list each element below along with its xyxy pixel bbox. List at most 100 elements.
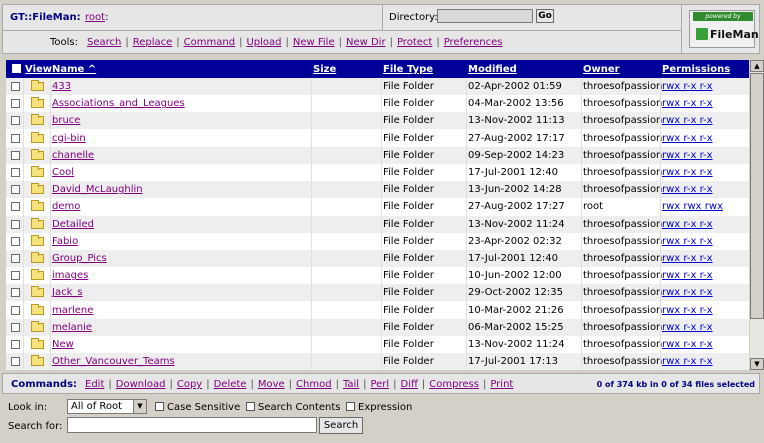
folder-icon[interactable] xyxy=(31,114,44,126)
tool-preferences-link[interactable]: Preferences xyxy=(444,37,503,48)
search-contents-checkbox[interactable] xyxy=(246,402,255,411)
table-row[interactable]: 433 File Folder 02-Apr-2002 01:59 throesofp… xyxy=(6,78,749,95)
row-checkbox[interactable] xyxy=(11,357,20,367)
tool-upload-link[interactable]: Upload xyxy=(246,37,281,48)
column-file-type[interactable]: File Type xyxy=(383,64,433,75)
table-row[interactable]: Other_Vancouver_Teams File Folder 17-Jul-2… xyxy=(6,353,749,370)
permissions-link[interactable]: rwx r-x r-x xyxy=(662,98,713,109)
file-name-link[interactable]: New xyxy=(52,339,74,350)
permissions-link[interactable]: rwx r-x r-x xyxy=(662,184,713,195)
row-checkbox[interactable] xyxy=(11,133,20,143)
row-checkbox[interactable] xyxy=(11,168,20,177)
table-row[interactable]: Fabio File Folder 23-Apr-2002 02:32 throeso… xyxy=(6,233,749,250)
folder-icon[interactable] xyxy=(31,183,44,195)
tool-replace-link[interactable]: Replace xyxy=(133,37,173,48)
file-name-link[interactable]: Group_Pics xyxy=(52,253,107,264)
table-row[interactable]: Group_Pics File Folder 17-Jul-2001 12:40 th… xyxy=(6,250,749,267)
file-name-link[interactable]: chanelle xyxy=(52,150,94,161)
table-row[interactable]: images File Folder 10-Jun-2002 12:00 throes… xyxy=(6,267,749,284)
folder-icon[interactable] xyxy=(31,131,44,143)
file-name-link[interactable]: Fabio xyxy=(52,236,78,247)
column-size[interactable]: Size xyxy=(313,64,336,75)
permissions-link[interactable]: rwx r-x r-x xyxy=(662,81,713,92)
permissions-link[interactable]: rwx r-x r-x xyxy=(662,167,713,178)
folder-icon[interactable] xyxy=(31,148,44,160)
file-name-link[interactable]: demo xyxy=(52,201,80,212)
row-checkbox[interactable] xyxy=(11,116,20,126)
file-name-link[interactable]: Cool xyxy=(52,167,74,178)
permissions-link[interactable]: rwx r-x r-x xyxy=(662,305,713,316)
file-name-link[interactable]: images xyxy=(52,270,88,281)
folder-icon[interactable] xyxy=(31,252,44,263)
file-name-link[interactable]: 433 xyxy=(52,81,71,92)
file-name-link[interactable]: David_McLaughlin xyxy=(52,184,143,195)
row-checkbox[interactable] xyxy=(11,185,20,195)
tool-command-link[interactable]: Command xyxy=(184,37,235,48)
chevron-down-icon[interactable]: ▼ xyxy=(133,400,146,413)
folder-icon[interactable] xyxy=(31,338,44,349)
folder-icon[interactable] xyxy=(31,97,44,109)
table-row[interactable]: chanelle File Folder 09-Sep-2002 14:23 thro… xyxy=(6,146,749,164)
expression-checkbox[interactable] xyxy=(346,402,355,411)
column-permissions[interactable]: Permissions xyxy=(662,64,730,75)
command-delete-link[interactable]: Delete xyxy=(214,379,247,390)
file-name-link[interactable]: Jack_s xyxy=(52,287,83,298)
tool-new-file-link[interactable]: New File xyxy=(293,37,335,48)
table-row[interactable]: bruce File Folder 13-Nov-2002 11:13 throeso… xyxy=(6,112,749,130)
permissions-link[interactable]: rwx r-x r-x xyxy=(662,287,713,298)
breadcrumb-root-link[interactable]: root xyxy=(85,12,105,23)
table-row[interactable]: New File Folder 13-Nov-2002 11:24 throesofp… xyxy=(6,336,749,353)
folder-icon[interactable] xyxy=(31,286,44,298)
row-checkbox[interactable] xyxy=(11,236,20,246)
command-chmod-link[interactable]: Chmod xyxy=(296,379,332,390)
case-sensitive-checkbox[interactable] xyxy=(155,402,164,411)
command-print-link[interactable]: Print xyxy=(490,379,513,390)
folder-icon[interactable] xyxy=(31,200,44,212)
permissions-link[interactable]: rwx r-x r-x xyxy=(662,150,713,161)
command-perl-link[interactable]: Perl xyxy=(370,379,389,390)
row-checkbox[interactable] xyxy=(11,322,20,332)
row-checkbox[interactable] xyxy=(11,99,20,109)
folder-icon[interactable] xyxy=(31,166,44,177)
search-button[interactable]: Search xyxy=(319,417,363,434)
table-row[interactable]: Associations_and_Leagues File Folder 04-Ma… xyxy=(6,95,749,112)
table-row[interactable]: cgi-bin File Folder 27-Aug-2002 17:17 throe… xyxy=(6,130,749,147)
tool-search-link[interactable]: Search xyxy=(87,37,121,48)
folder-icon[interactable] xyxy=(31,217,44,229)
permissions-link[interactable]: rwx r-x r-x xyxy=(662,133,713,144)
command-diff-link[interactable]: Diff xyxy=(401,379,418,390)
permissions-link[interactable]: rwx r-x r-x xyxy=(662,339,713,350)
row-checkbox[interactable] xyxy=(11,254,20,263)
command-compress-link[interactable]: Compress xyxy=(429,379,479,390)
column-modified[interactable]: Modified xyxy=(468,64,517,75)
row-checkbox[interactable] xyxy=(11,271,20,281)
look-in-select[interactable]: All of Root ▼ xyxy=(67,399,147,414)
folder-icon[interactable] xyxy=(31,303,44,315)
scroll-down-arrow-icon[interactable]: ▼ xyxy=(750,358,764,370)
folder-icon[interactable] xyxy=(31,320,44,332)
file-name-link[interactable]: Other_Vancouver_Teams xyxy=(52,356,175,367)
folder-icon[interactable] xyxy=(31,355,44,367)
command-copy-link[interactable]: Copy xyxy=(177,379,202,390)
file-name-link[interactable]: bruce xyxy=(52,115,80,126)
permissions-link[interactable]: rwx r-x r-x xyxy=(662,270,713,281)
column-view[interactable]: View xyxy=(25,64,52,75)
row-checkbox[interactable] xyxy=(11,202,20,212)
folder-icon[interactable] xyxy=(31,269,44,281)
file-name-link[interactable]: Associations_and_Leagues xyxy=(52,98,185,109)
folder-icon[interactable] xyxy=(31,234,44,246)
row-checkbox[interactable] xyxy=(11,219,20,229)
row-checkbox[interactable] xyxy=(11,340,20,349)
permissions-link[interactable]: rwx r-x r-x xyxy=(662,322,713,333)
permissions-link[interactable]: rwx r-x r-x xyxy=(662,253,713,264)
scroll-up-arrow-icon[interactable]: ▲ xyxy=(750,60,764,72)
row-checkbox[interactable] xyxy=(11,288,20,298)
permissions-link[interactable]: rwx r-x r-x xyxy=(662,219,713,230)
table-row[interactable]: Detailed File Folder 13-Nov-2002 11:24 thro… xyxy=(6,215,749,233)
permissions-link[interactable]: rwx r-x r-x xyxy=(662,115,713,126)
row-checkbox[interactable] xyxy=(11,305,20,315)
permissions-link[interactable]: rwx r-x r-x xyxy=(662,236,713,247)
table-row[interactable]: Cool File Folder 17-Jul-2001 12:40 throesof… xyxy=(6,164,749,181)
directory-input[interactable] xyxy=(437,9,533,23)
table-row[interactable]: demo File Folder 27-Aug-2002 17:27 root rwx … xyxy=(6,198,749,215)
